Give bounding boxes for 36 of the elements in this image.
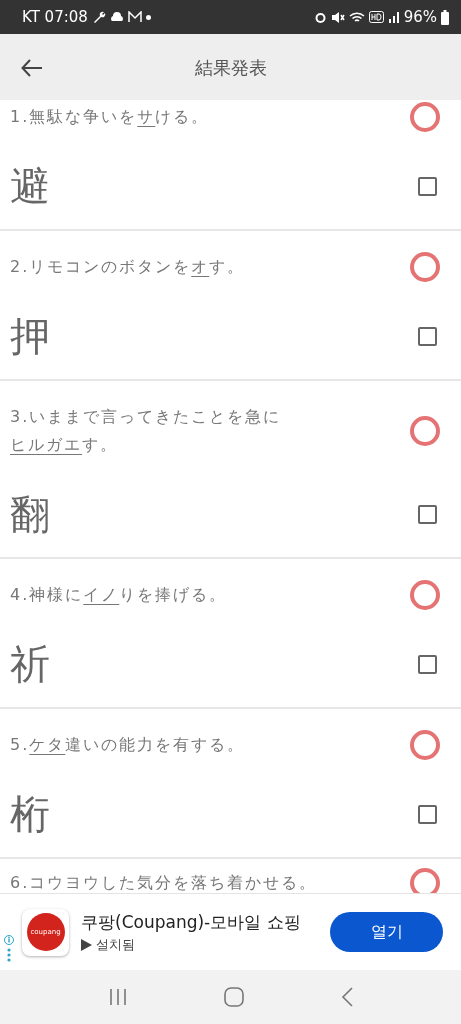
answer-kanji: 押 [10,312,50,361]
wifi-icon [348,10,365,24]
screen-title: 結果発表 [194,55,267,80]
battery-percent: 96% [403,6,437,28]
mute-icon [330,10,345,24]
app-name: 쿠팡(Coupang)-모바일 쇼핑 [81,910,302,934]
alarm-icon [313,10,327,24]
question-text: 6.コウヨウした気分を落ち着かせる。 [10,872,318,893]
hd-icon [368,11,384,23]
question-text: 5.ケタ違いの能力を有する。 [10,734,246,756]
checkbox[interactable] [418,654,437,674]
answer-kanji: 祈 [10,640,50,689]
open-button[interactable]: 열기 [330,912,443,952]
checkbox[interactable] [418,176,437,196]
signal-icon [387,11,400,23]
status-time: KT 07:08 [22,6,88,28]
recent-apps-icon[interactable] [108,988,127,1006]
back-arrow-icon [21,58,43,77]
dot-icon [145,14,151,20]
question-text: 1.無駄な争いをサ ける。 [10,106,210,128]
back-icon[interactable] [340,987,353,1007]
answer-kanji: 翻 [10,490,50,539]
checkbox[interactable] [418,326,437,346]
cloud-icon [109,12,124,22]
question-text: 4.神様に イノ りを捧げる。 [10,584,228,606]
question-text: 2.リモコンのボタンを オす。 [10,256,246,278]
question-text: 3.いままで言ってきたことを急に ヒルガエす。 [10,406,283,456]
install-status: 설치됨 [96,936,135,954]
checkbox[interactable] [418,804,437,824]
play-store-icon [81,938,92,951]
home-icon[interactable] [223,987,244,1007]
answer-kanji: 桁 [10,790,50,839]
mail-icon [127,11,142,23]
answer-kanji: 避 [10,162,50,211]
checkbox[interactable] [418,504,437,524]
battery-icon [441,9,449,25]
